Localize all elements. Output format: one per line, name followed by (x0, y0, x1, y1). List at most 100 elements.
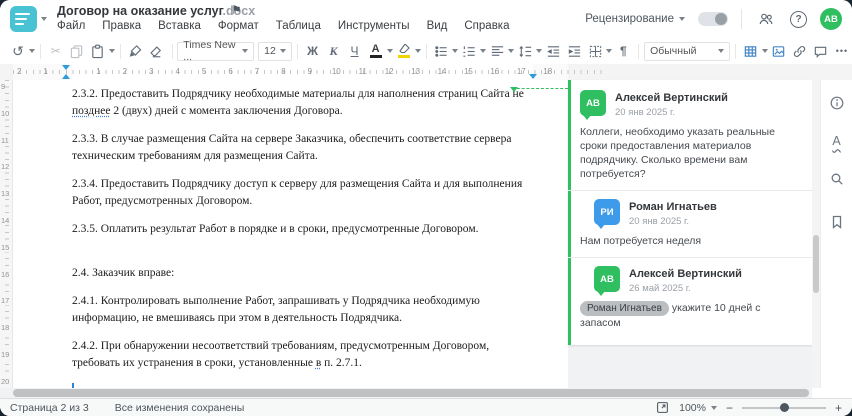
comment-thread-card[interactable]: АВ Алексей Вертинский 20 янв 2025 г. Колл… (568, 80, 812, 345)
highlight-color-button[interactable] (394, 41, 414, 61)
page-indicator[interactable]: Страница 2 из 3 (10, 402, 89, 414)
font-size-select[interactable]: 12 (258, 41, 292, 61)
zoom-out-button[interactable]: − (726, 402, 733, 414)
scrollbar-thumb[interactable] (813, 235, 819, 293)
ruler-number: 2 (122, 66, 128, 76)
increase-indent-button[interactable] (564, 41, 584, 61)
numbered-list-dropdown-icon[interactable] (480, 49, 487, 53)
paste-dropdown-icon[interactable] (108, 49, 115, 53)
ruler-number: 20 (1, 376, 10, 386)
divider (638, 43, 640, 59)
undo-button[interactable]: ↺ (8, 41, 28, 61)
font-color-dropdown-icon[interactable] (386, 49, 393, 53)
ruler-number: 19 (1, 350, 10, 359)
insert-comment-button[interactable] (811, 41, 831, 61)
ruler-number: 10 (1, 108, 10, 118)
font-name-select[interactable]: Times New ... (177, 39, 255, 63)
logo-dropdown-icon[interactable] (41, 17, 47, 21)
line-spacing-dropdown-icon[interactable] (536, 49, 543, 53)
paragraph[interactable]: 2.3.4. Предоставить Подрядчику доступ к … (72, 176, 534, 210)
insert-link-button[interactable] (790, 41, 810, 61)
nonprinting-chars-button[interactable]: ¶ (613, 41, 633, 61)
ruler-number: 16 (1, 269, 10, 279)
collaboration-users-icon[interactable] (755, 8, 777, 30)
paragraph[interactable]: 2.3.5. Оплатить результат Работ в порядк… (72, 221, 534, 238)
font-color-button[interactable]: А (366, 41, 386, 61)
clear-style-eraser-button[interactable] (147, 41, 167, 61)
decrease-indent-button[interactable] (543, 41, 563, 61)
cut-button[interactable]: ✂ (46, 41, 66, 61)
menu-view[interactable]: Вид (427, 20, 448, 32)
paragraph[interactable]: 2.4.1. Контролировать выполнение Работ, … (72, 293, 534, 327)
format-painter-button[interactable] (126, 41, 146, 61)
italic-button[interactable]: К (324, 41, 344, 61)
document-page[interactable]: 2.3.2. Предоставить Подрядчику необходим… (13, 80, 568, 397)
paragraph[interactable]: 2.3.2. Предоставить Подрядчику необходим… (72, 86, 534, 120)
paragraph-borders-button[interactable] (585, 41, 605, 61)
menu-file[interactable]: Файл (57, 20, 85, 32)
menu-help[interactable]: Справка (464, 20, 509, 32)
horizontal-scrollbar[interactable] (0, 388, 812, 398)
underline-button[interactable]: Ч (345, 41, 365, 61)
paste-button[interactable] (88, 41, 108, 61)
comment-header: АВ Алексей Вертинский 26 май 2025 г. (594, 266, 803, 296)
paragraph[interactable]: 2.4. Заказчик вправе: (72, 265, 534, 282)
bullet-list-button[interactable] (431, 41, 451, 61)
search-icon[interactable] (826, 168, 848, 190)
scrollbar-thumb[interactable] (13, 389, 809, 397)
user-avatar[interactable]: АВ (820, 8, 842, 30)
mention-badge[interactable]: Роман Игнатьев (580, 301, 669, 316)
right-indent-marker[interactable] (529, 74, 537, 79)
chevron-down-icon (279, 49, 286, 53)
numbered-list-button[interactable] (459, 41, 479, 61)
bold-button[interactable]: Ж (303, 41, 323, 61)
menu-table[interactable]: Таблица (276, 20, 321, 32)
undo-dropdown-icon[interactable] (29, 49, 35, 53)
comment-anchor-line (510, 87, 568, 92)
paragraph-style-select[interactable]: Обычный (644, 41, 731, 61)
copy-button[interactable] (67, 41, 87, 61)
zoom-in-button[interactable]: + (835, 402, 842, 414)
help-icon[interactable]: ? (790, 10, 807, 28)
favorite-flag-icon[interactable]: ⚑ (231, 3, 242, 17)
table-dropdown-icon[interactable] (761, 49, 768, 53)
ruler-number: 17 (516, 66, 526, 76)
ruler-number: 7 (254, 66, 260, 76)
highlight-dropdown-icon[interactable] (414, 49, 421, 53)
horizontal-ruler[interactable]: 2 1 1 2 3 4 5 6 7 8 9 10 11 12 13 14 15 16 17 18 (0, 64, 852, 81)
divider (296, 43, 298, 59)
zoom-slider[interactable] (741, 402, 826, 412)
bullet-list-dropdown-icon[interactable] (452, 49, 459, 53)
insert-table-button[interactable] (741, 41, 761, 61)
zoom-slider-knob[interactable] (779, 402, 789, 412)
review-toggle[interactable] (698, 12, 728, 26)
vertical-ruler[interactable]: 9 10 11 12 13 14 15 16 17 18 19 20 (0, 80, 13, 388)
ruler-number: 14 (1, 216, 10, 225)
vertical-scrollbar[interactable] (812, 80, 820, 388)
app-logo-icon[interactable] (10, 6, 37, 32)
menu-format[interactable]: Формат (218, 20, 259, 32)
paragraph[interactable]: 2.4.2. При обнаружении несоответствий тр… (72, 338, 534, 372)
align-dropdown-icon[interactable] (508, 49, 515, 53)
align-button[interactable] (487, 41, 507, 61)
zoom-level-select[interactable]: 100% (679, 402, 717, 414)
menu-tools[interactable]: Инструменты (338, 20, 410, 32)
borders-dropdown-icon[interactable] (606, 49, 613, 53)
ruler-number: 16 (490, 66, 500, 76)
avatar: РИ (594, 199, 620, 229)
main-area: 9 10 11 12 13 14 15 16 17 18 19 20 2.3.2. Предостав… (0, 80, 852, 397)
spellcheck-icon[interactable]: А (832, 135, 840, 148)
fit-page-icon[interactable] (654, 400, 670, 416)
menu-edit[interactable]: Правка (102, 20, 141, 32)
bookmark-icon[interactable] (826, 211, 848, 233)
ruler-number: 4 (175, 66, 180, 76)
line-spacing-button[interactable] (515, 41, 535, 61)
review-mode-dropdown[interactable]: Рецензирование (585, 13, 685, 25)
menu-insert[interactable]: Вставка (158, 20, 201, 32)
paragraph[interactable]: 2.3.3. В случае размещения Сайта на серв… (72, 131, 534, 165)
first-line-indent-marker[interactable] (62, 65, 70, 70)
info-icon[interactable] (826, 92, 848, 114)
insert-image-button[interactable] (769, 41, 789, 61)
more-tools-button[interactable]: ••• (832, 41, 852, 61)
left-indent-marker[interactable] (62, 74, 70, 79)
